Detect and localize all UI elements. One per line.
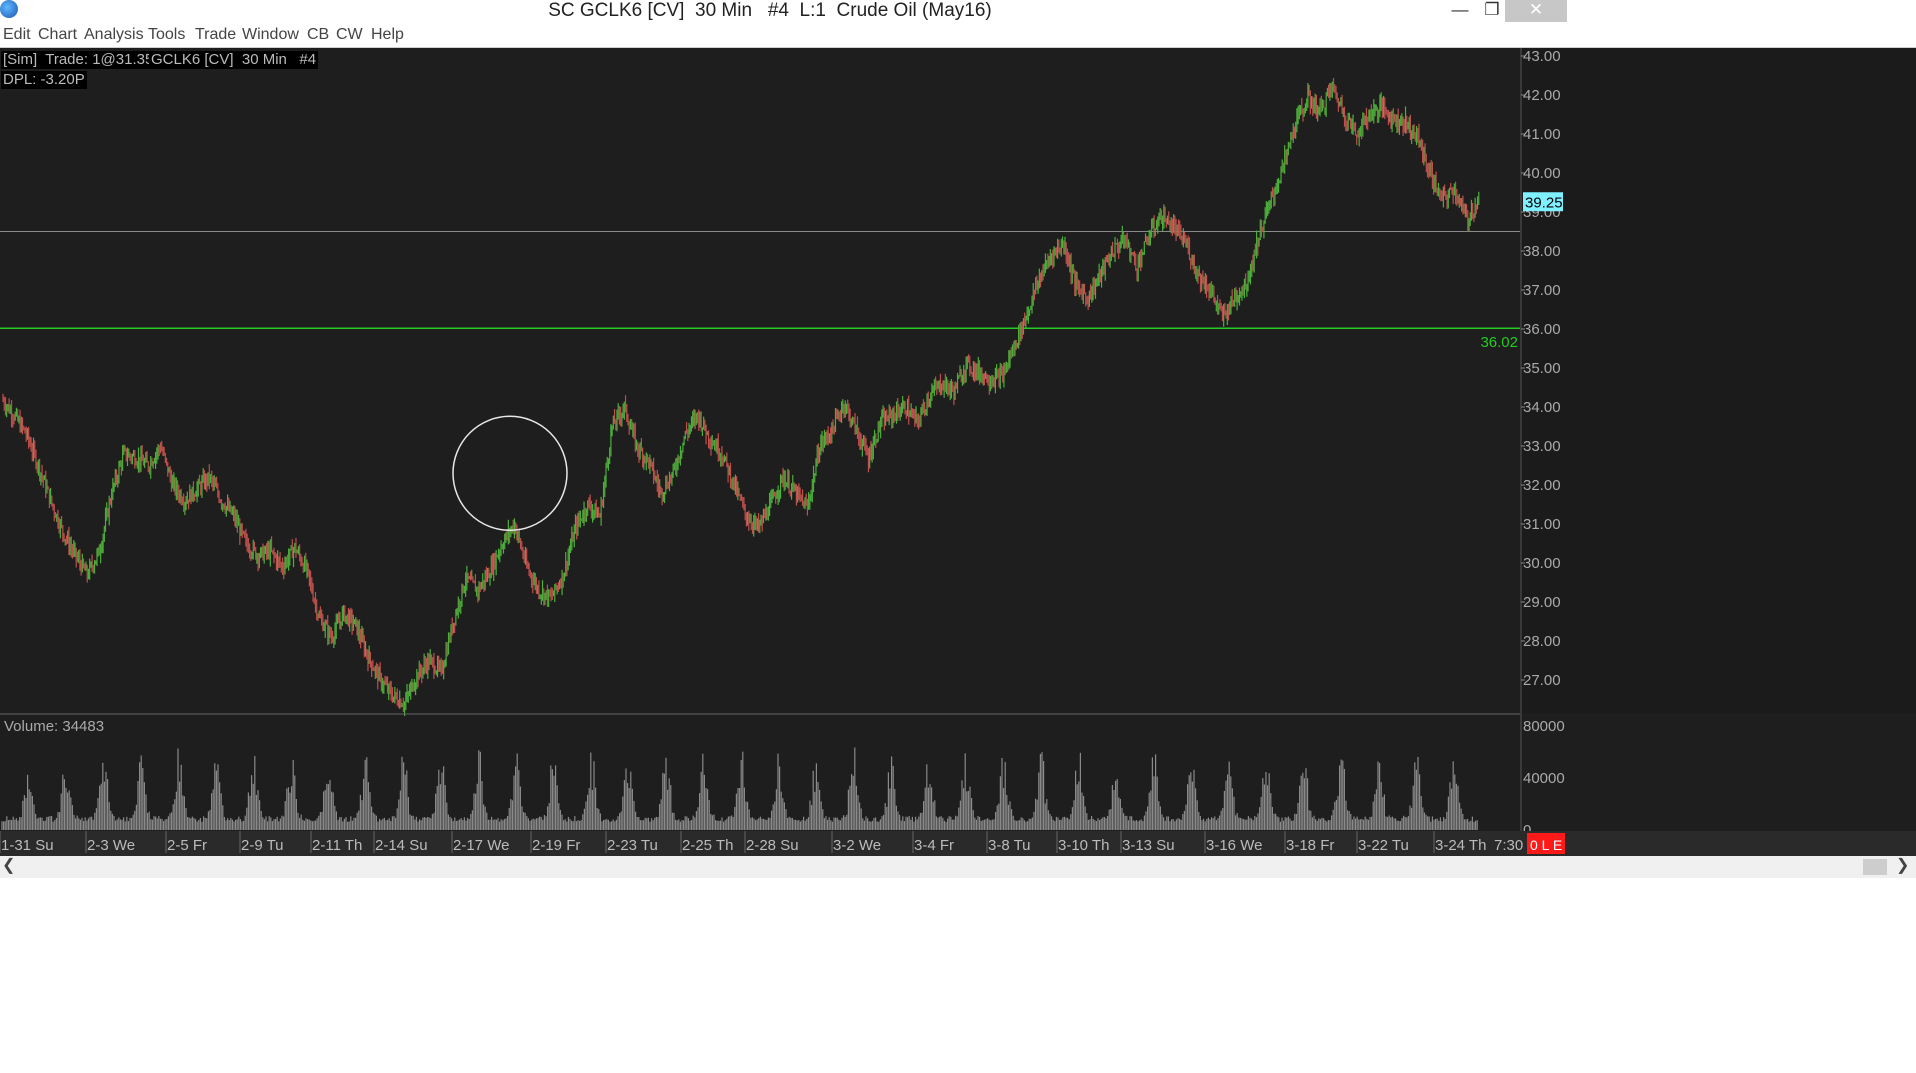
last-price-label: 39.25 (1525, 194, 1563, 211)
close-button[interactable]: ✕ (1505, 0, 1567, 22)
time-tick-label: 3-22 Tu (1358, 837, 1409, 854)
time-tick-label: 3-24 Th (1435, 837, 1486, 854)
time-tick-label: 3-16 We (1206, 837, 1262, 854)
menu-help[interactable]: Help (371, 25, 404, 45)
time-tick-label: 2-3 We (87, 837, 135, 854)
menu-chart[interactable]: Chart (38, 25, 77, 45)
y-tick-label: 34.00 (1523, 399, 1561, 416)
time-tick-label: 2-14 Su (375, 837, 428, 854)
window-title: SC GCLK6 [CV] 30 Min #4 L:1 Crude Oil (M… (548, 0, 992, 21)
menu-bar: Edit Chart Analysis Tools Trade Window C… (0, 22, 1916, 48)
y-tick-label: 38.00 (1523, 243, 1561, 260)
time-tick-label: 2-19 Fr (532, 837, 580, 854)
time-tick-label: 2-9 Tu (241, 837, 284, 854)
menu-analysis[interactable]: Analysis (84, 25, 144, 45)
scroll-right-icon[interactable]: ❯ (1896, 856, 1909, 876)
time-tick-label: 2-23 Tu (607, 837, 658, 854)
status-label: 0 L E (1530, 837, 1562, 853)
window-bottom-area (0, 878, 1916, 1073)
menu-cw[interactable]: CW (336, 25, 363, 45)
symbol-label: GCLK6 [CV] 30 Min #4 (149, 51, 319, 69)
time-tick-label: 3-2 We (833, 837, 881, 854)
annotation-circle (452, 415, 568, 532)
y-tick-label: 43.00 (1523, 48, 1561, 65)
y-tick-label: 37.00 (1523, 282, 1561, 299)
time-label: 7:30 (1494, 837, 1523, 854)
y-tick-label: 35.00 (1523, 360, 1561, 377)
y-tick-label: 41.00 (1523, 126, 1561, 143)
menu-window[interactable]: Window (242, 25, 299, 45)
time-tick-label: 2-28 Su (746, 837, 799, 854)
sim-trade-label: [Sim] Trade: 1@31.35 (1, 51, 156, 69)
y-tick-label: 36.00 (1523, 321, 1561, 338)
y-tick-label: 42.00 (1523, 87, 1561, 104)
time-tick-label: 3-13 Su (1122, 837, 1175, 854)
title-bar: SC GCLK6 [CV] 30 Min #4 L:1 Crude Oil (M… (0, 0, 1916, 22)
time-tick-label: 3-4 Fr (914, 837, 954, 854)
time-tick-label: 3-18 Fr (1286, 837, 1334, 854)
menu-tools[interactable]: Tools (148, 25, 185, 45)
y-tick-label: 32.00 (1523, 477, 1561, 494)
time-tick-label: 2-25 Th (682, 837, 733, 854)
time-axis (0, 831, 1916, 856)
chart-area[interactable]: 43.00 42.00 41.00 40.00 39.00 38.00 37.00 36.00… (0, 48, 1916, 856)
y-tick-label: 31.00 (1523, 516, 1561, 533)
time-tick-label: 2-5 Fr (167, 837, 207, 854)
volume-label: Volume: 34483 (4, 718, 104, 735)
horizontal-scrollbar[interactable]: ❮ ❯ (0, 856, 1916, 878)
y-tick-label: 27.00 (1523, 672, 1561, 689)
menu-cb[interactable]: CB (307, 25, 329, 45)
y-tick-label: 40.00 (1523, 165, 1561, 182)
time-tick-label: 2-11 Th (312, 837, 362, 854)
scroll-left-icon[interactable]: ❮ (2, 856, 15, 876)
time-tick-label: 2-17 We (453, 837, 509, 854)
time-tick-label: 3-8 Tu (988, 837, 1031, 854)
price-chart[interactable]: 43.0042.0041.0040.0039.0038.0037.0036.00… (0, 48, 1916, 856)
price-axis (1521, 48, 1916, 713)
time-tick-label: 3-10 Th (1058, 837, 1109, 854)
menu-trade[interactable]: Trade (195, 25, 236, 45)
dpl-label: DPL: -3.20P (1, 71, 87, 89)
y-tick-label: 29.00 (1523, 594, 1561, 611)
menu-edit[interactable]: Edit (3, 25, 31, 45)
scrollbar-thumb[interactable] (1863, 859, 1887, 875)
volume-axis-label: 80000 (1523, 718, 1565, 735)
y-tick-label: 28.00 (1523, 633, 1561, 650)
y-tick-label: 33.00 (1523, 438, 1561, 455)
time-tick-label: 1-31 Su (1, 837, 54, 854)
y-tick-label: 30.00 (1523, 555, 1561, 572)
support-line-label: 36.02 (1480, 334, 1518, 351)
volume-axis-label: 40000 (1523, 770, 1565, 787)
